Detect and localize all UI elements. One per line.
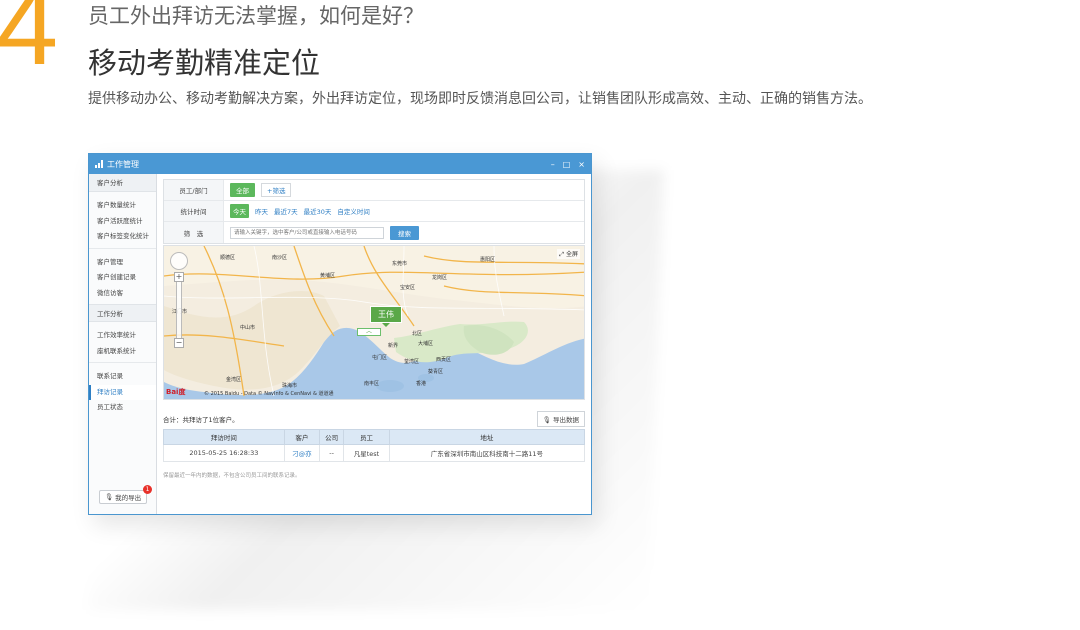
sidebar-item-customer-tags[interactable]: 客户标签变化统计 [89, 229, 156, 245]
cell-customer-link[interactable]: 刁@亦 [283, 444, 321, 462]
sidebar-item-customer-count[interactable]: 客户数量统计 [89, 198, 156, 214]
window-controls: – □ × [551, 160, 585, 169]
sidebar-item-landline-stats[interactable]: 座机联系统计 [89, 344, 156, 360]
search-button[interactable]: 搜索 [390, 225, 419, 240]
map-place-label: 葵青区 [428, 369, 444, 375]
time-today-button[interactable]: 今天 [230, 204, 249, 218]
window-titlebar[interactable]: 工作管理 – □ × [89, 154, 591, 174]
map-place-label: 东莞市 [392, 261, 408, 267]
map-place-label: 南丰区 [364, 381, 380, 387]
cell-company: -- [319, 444, 345, 462]
dept-filter-label: 员工/部门 [164, 180, 224, 200]
map-place-label: 南沙区 [272, 255, 288, 261]
search-filter-label: 筛 选 [164, 222, 224, 243]
map-place-label: 惠阳区 [480, 257, 496, 263]
map-place-label: 大埔区 [418, 341, 434, 347]
visit-table: 拜访时间 客户 公司 员工 地址 2015-05-25 16:28:33 刁@亦… [163, 429, 586, 462]
sidebar-item-contact-records[interactable]: 联系记录 [89, 369, 156, 385]
table-row[interactable]: 2015-05-25 16:28:33 刁@亦 -- 凡星test 广东省深圳市… [163, 444, 586, 462]
search-input[interactable] [230, 226, 384, 239]
map-place-label: 荃湾区 [404, 359, 420, 365]
hero-question: 员工外出拜访无法掌握，如何是好？ [88, 4, 424, 28]
map-zoom-in-button[interactable]: + [174, 272, 184, 282]
map-place-label: 新界 [388, 343, 399, 349]
map-place-label: 西贡区 [436, 357, 452, 363]
sidebar-item-staff-status[interactable]: 员工状态 [89, 400, 156, 416]
my-export-label: 我的导出 [115, 494, 142, 502]
map-place-label: 中山市 [240, 325, 256, 331]
column-header-company[interactable]: 公司 [319, 429, 345, 445]
export-count-badge: 1 [143, 485, 152, 494]
cell-address: 广东省深圳市南山区科技南十二路11号 [388, 444, 586, 462]
time-filter-label: 统计时间 [164, 201, 224, 221]
sidebar-item-wechat-visitors[interactable]: 微信访客 [89, 286, 156, 302]
map-place-label: 香港 [416, 381, 427, 387]
column-header-visit-time[interactable]: 拜访时间 [163, 429, 285, 445]
map-place-label: 屯门区 [372, 355, 388, 361]
window-title: 工作管理 [107, 159, 139, 169]
column-header-address[interactable]: 地址 [388, 429, 586, 445]
microphone-icon: 🎙︎ [104, 493, 114, 501]
close-button[interactable]: × [578, 160, 585, 169]
dept-all-button[interactable]: 全部 [230, 183, 255, 197]
sidebar-head-work-analysis[interactable]: 工作分析 [89, 304, 156, 322]
time-yesterday-link[interactable]: 昨天 [255, 206, 268, 216]
sidebar-item-customer-created[interactable]: 客户创建记录 [89, 270, 156, 286]
step-number: 4 [0, 0, 59, 88]
sidebar-head-customer-analysis[interactable]: 客户分析 [89, 174, 156, 192]
map-place-label: 金湾区 [226, 377, 242, 383]
retention-note: 保留最近一年内的数据，不包含公司员工间的联系记录。 [163, 473, 301, 479]
map-place-label: 北区 [412, 331, 423, 337]
map-place-label: 顺德区 [220, 255, 236, 261]
map-marker-staff[interactable]: 王伟 [370, 306, 402, 327]
export-data-button[interactable]: 🎙︎ 导出数据 [536, 411, 585, 427]
hero-description: 提供移动办公、移动考勤解决方案，外出拜访定位，现场即时反馈消息回公司，让销售团队… [88, 91, 872, 107]
map-copyright: © 2015 Baidu - Data © NavInfo & CenNavi … [204, 391, 334, 397]
map-collapse-tab[interactable]: ︿ [357, 328, 381, 336]
app-window: 工作管理 – □ × 客户分析 客户数量统计 客户活跃度统计 客户标签变化统计 … [88, 153, 592, 515]
sidebar: 客户分析 客户数量统计 客户活跃度统计 客户标签变化统计 客户管理 客户创建记录… [89, 174, 157, 514]
map-pan-control[interactable] [170, 252, 188, 270]
filter-panel: 员工/部门 全部 +筛选 统计时间 今天 昨天 最近7天 最近30天 自定义时间 [163, 179, 585, 244]
map-zoom-slider[interactable] [176, 274, 182, 342]
minimize-button[interactable]: – [551, 160, 555, 169]
main-panel: 员工/部门 全部 +筛选 统计时间 今天 昨天 最近7天 最近30天 自定义时间 [157, 174, 591, 514]
chevron-up-icon: ︿ [365, 328, 372, 335]
map-place-label: 珠海市 [282, 383, 298, 389]
map-place-label: 龙岗区 [432, 275, 448, 281]
column-header-staff[interactable]: 员工 [343, 429, 390, 445]
map-zoom-out-button[interactable]: − [174, 338, 184, 348]
time-7days-link[interactable]: 最近7天 [274, 206, 298, 216]
export-data-label: 导出数据 [553, 416, 579, 424]
microphone-icon: 🎙︎ [542, 416, 551, 424]
bar-chart-icon [95, 160, 103, 168]
my-export-button[interactable]: 🎙︎ 我的导出 1 [99, 485, 152, 504]
hero-title: 移动考勤精准定位 [88, 46, 321, 80]
sidebar-item-customer-activity[interactable]: 客户活跃度统计 [89, 214, 156, 230]
map-view[interactable]: 顺德区 南沙区 东莞市 惠阳区 龙岗区 江门市 中山市 宝安区 新界 大埔区 屯… [163, 245, 585, 400]
map-place-label: 黄埔区 [320, 273, 336, 279]
sidebar-item-customer-manage[interactable]: 客户管理 [89, 255, 156, 271]
time-30days-link[interactable]: 最近30天 [304, 206, 332, 216]
cell-visit-time: 2015-05-25 16:28:33 [163, 444, 285, 462]
sidebar-item-visit-records[interactable]: 拜访记录 [89, 384, 156, 400]
time-custom-link[interactable]: 自定义时间 [337, 206, 370, 216]
visit-summary: 合计：共拜访了1位客户。 [163, 416, 239, 424]
map-place-label: 宝安区 [400, 285, 416, 291]
dept-filter-button[interactable]: +筛选 [261, 183, 292, 197]
expand-icon: ⤢ [559, 251, 565, 258]
sidebar-item-work-efficiency[interactable]: 工作效率统计 [89, 328, 156, 344]
column-header-customer[interactable]: 客户 [283, 429, 321, 445]
baidu-logo: Bai度 [166, 388, 186, 396]
map-fullscreen-button[interactable]: ⤢ 全屏 [557, 249, 580, 259]
cell-staff: 凡星test [343, 444, 390, 462]
maximize-button[interactable]: □ [563, 160, 571, 169]
map-fullscreen-label: 全屏 [565, 251, 578, 258]
